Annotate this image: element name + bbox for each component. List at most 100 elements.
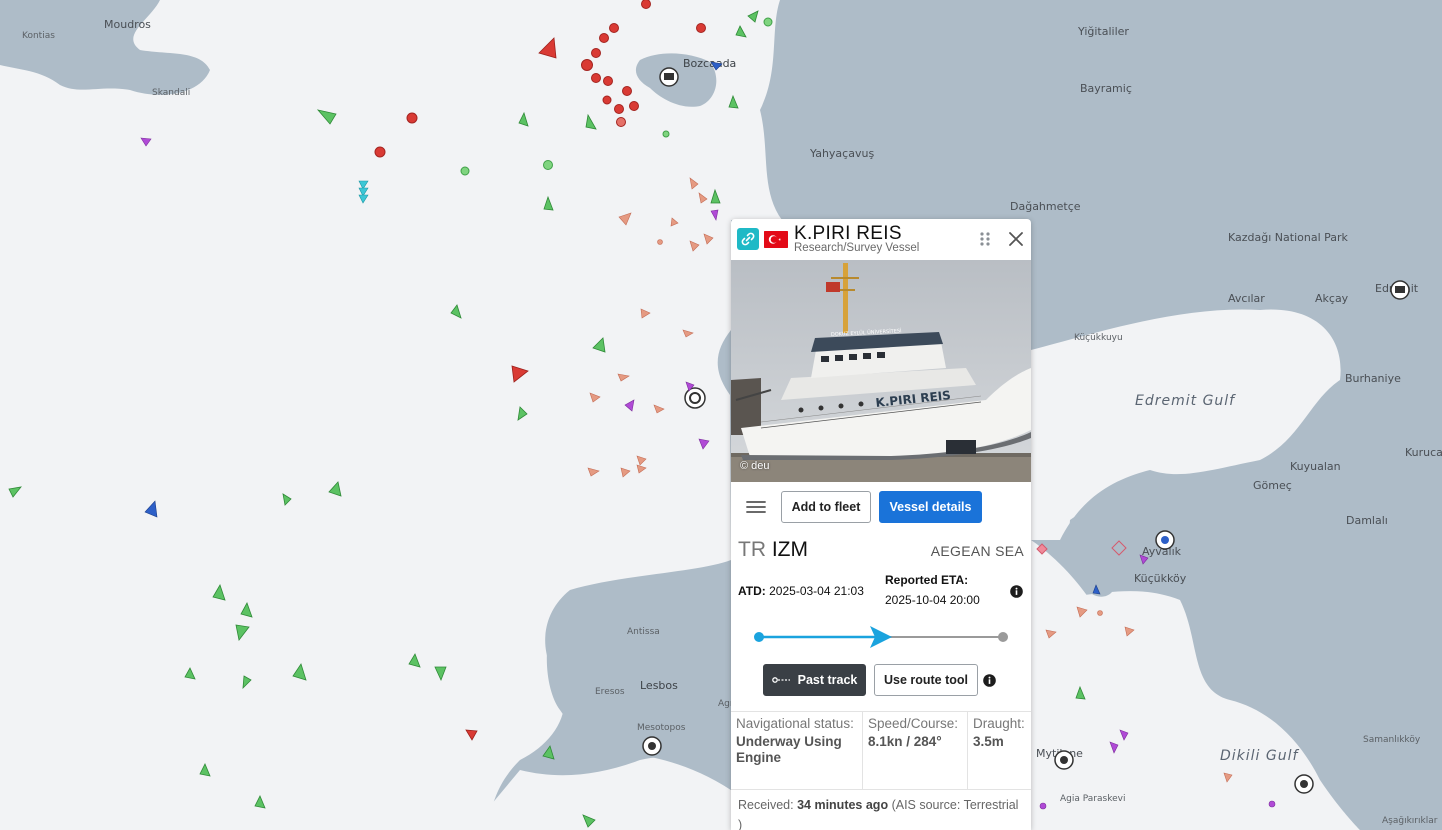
vessel-marker[interactable] <box>763 17 773 27</box>
label-samanlikkoy: Samanlıkköy <box>1363 735 1421 745</box>
draught: Draught: 3.5m <box>967 712 1031 789</box>
port-icon[interactable] <box>1294 774 1314 794</box>
label-kazdagi: Kazdağı National Park <box>1228 231 1349 244</box>
voyage-progress-bar <box>754 626 1008 648</box>
received-label: Received: <box>738 798 794 812</box>
received-info: Received: 34 minutes ago (AIS source: Te… <box>738 795 1026 830</box>
port-icon[interactable] <box>659 67 679 87</box>
label-kontias: Kontias <box>22 31 55 41</box>
vessel-marker[interactable] <box>629 101 639 111</box>
port-icon[interactable] <box>1054 750 1074 770</box>
vessel-marker[interactable] <box>622 86 632 96</box>
destination: AEGEAN SEA <box>930 543 1024 559</box>
vessel-photo[interactable]: K.PIRI REIS DOKUZ EYLÜL ÜNİVERSİTESİ © d… <box>731 260 1031 482</box>
vessel-marker[interactable] <box>591 48 601 58</box>
label-antissa: Antissa <box>627 627 660 637</box>
port-icon[interactable] <box>642 736 662 756</box>
vessel-marker[interactable] <box>374 146 386 158</box>
flag-icon <box>764 231 788 248</box>
vessel-marker[interactable] <box>657 239 663 245</box>
atd-label: ATD: <box>738 584 766 598</box>
label-damlali: Damlalı <box>1346 514 1388 527</box>
nav-status-value: Underway Using Engine <box>736 734 842 765</box>
atd: ATD: 2025-03-04 21:03 <box>738 584 864 598</box>
eta-label: Reported ETA: <box>885 573 969 587</box>
nav-status: Navigational status: Underway Using Engi… <box>731 712 862 789</box>
vessel-marker[interactable] <box>543 160 553 170</box>
vessel-type: Research/Survey Vessel <box>794 242 920 254</box>
departure-port-code: IZM <box>771 538 808 561</box>
destination-marker <box>998 632 1008 642</box>
vessel-marker[interactable] <box>602 95 612 105</box>
vessel-marker[interactable] <box>1097 610 1103 616</box>
departure-port: TR IZM <box>738 538 808 562</box>
speed-course-value: 8.1kn / 284° <box>868 734 942 749</box>
label-gomec: Gömeç <box>1253 479 1292 492</box>
label-kucukkuyu: Küçükkuyu <box>1074 333 1123 343</box>
vessel-details-button[interactable]: Vessel details <box>879 491 982 523</box>
nav-status-label: Navigational status: <box>736 716 854 731</box>
menu-icon[interactable] <box>745 499 767 515</box>
label-yigitaliler: Yiğitaliler <box>1077 25 1129 38</box>
info-icon[interactable] <box>1010 585 1023 598</box>
vessel-marker[interactable] <box>599 33 609 43</box>
port-icon[interactable] <box>1390 280 1410 300</box>
vessel-info-panel: K.PIRI REIS Research/Survey Vessel K.PIR… <box>731 219 1031 830</box>
link-icon <box>741 232 755 246</box>
vessel-marker[interactable] <box>1039 802 1047 810</box>
label-dikili-gulf: Dikili Gulf <box>1220 748 1300 764</box>
origin-marker <box>754 632 764 642</box>
draught-label: Draught: <box>973 716 1025 731</box>
label-bozcaada: Bozcaada <box>683 57 736 70</box>
label-kucukkoy: Küçükköy <box>1134 572 1187 585</box>
drag-handle-icon[interactable] <box>979 231 991 247</box>
vessel-marker[interactable] <box>696 23 706 33</box>
panel-header: K.PIRI REIS Research/Survey Vessel <box>731 219 1031 260</box>
vessel-marker[interactable] <box>609 23 619 33</box>
port-icon[interactable] <box>1155 530 1175 550</box>
photo-credit: © deu <box>740 460 770 472</box>
label-agia-paraskevi: Agia Paraskevi <box>1060 794 1125 804</box>
map-canvas[interactable]: Moudros Kontias Skandali Bozcaada Yiğita… <box>0 0 1442 830</box>
info-icon[interactable] <box>983 674 996 687</box>
label-yahyacavus: Yahyaçavuş <box>809 147 874 160</box>
past-track-label: Past track <box>797 673 858 687</box>
label-kuyualan: Kuyualan <box>1290 460 1341 473</box>
vessel-marker[interactable] <box>641 0 651 9</box>
label-skandali: Skandali <box>152 88 190 98</box>
share-link-button[interactable] <box>737 228 759 250</box>
eta-value: 2025-10-04 20:00 <box>885 593 980 607</box>
vessel-marker[interactable] <box>591 73 601 83</box>
label-bayramic: Bayramiç <box>1080 82 1132 95</box>
port-icon[interactable] <box>684 387 706 409</box>
speed-course: Speed/Course: 8.1kn / 284° <box>862 712 967 789</box>
draught-value: 3.5m <box>973 734 1004 749</box>
vessel-marker[interactable] <box>460 166 470 176</box>
vessel-marker[interactable] <box>616 117 626 127</box>
label-edremit-gulf: Edremit Gulf <box>1135 393 1236 409</box>
label-burhaniye: Burhaniye <box>1345 372 1401 385</box>
vessel-marker[interactable] <box>581 59 593 71</box>
label-dagahmetce: Dağahmetçe <box>1010 200 1081 213</box>
atd-value: 2025-03-04 21:03 <box>769 584 864 598</box>
vessel-marker[interactable] <box>603 76 613 86</box>
label-lesbos: Lesbos <box>640 679 678 692</box>
vessel-marker[interactable] <box>614 104 624 114</box>
vessel-marker[interactable] <box>662 130 670 138</box>
track-icon <box>771 677 790 683</box>
speed-course-label: Speed/Course: <box>868 716 959 731</box>
past-track-button[interactable]: Past track <box>763 664 866 696</box>
use-route-tool-button[interactable]: Use route tool <box>874 664 978 696</box>
vessel-marker[interactable] <box>1268 800 1276 808</box>
label-eresos: Eresos <box>595 687 625 697</box>
close-icon[interactable] <box>1007 230 1025 248</box>
label-asagikiriklar: Aşağıkırıklar <box>1382 816 1438 826</box>
received-value: 34 minutes ago <box>797 798 889 812</box>
label-mesotopos: Mesotopos <box>637 723 686 733</box>
vessel-stats: Navigational status: Underway Using Engi… <box>731 711 1031 790</box>
label-moudros: Moudros <box>104 18 151 31</box>
add-to-fleet-button[interactable]: Add to fleet <box>781 491 871 523</box>
label-avcilar: Avcılar <box>1228 292 1265 305</box>
label-kuruca: Kuruca <box>1405 446 1442 459</box>
vessel-marker[interactable] <box>406 112 418 124</box>
